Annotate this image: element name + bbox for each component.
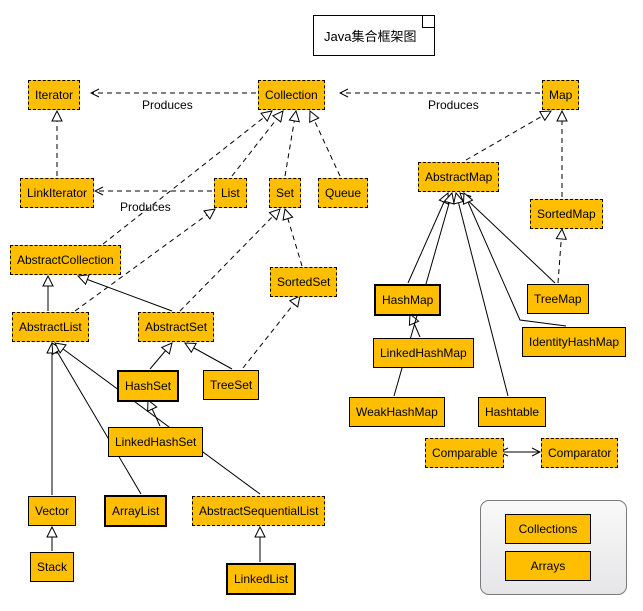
node-hashtable: Hashtable — [478, 397, 546, 427]
node-weakhashmap: WeakHashMap — [349, 397, 445, 427]
node-linkiterator: LinkIterator — [20, 178, 94, 208]
node-abstractset: AbstractSet — [138, 312, 214, 342]
node-abstractsequentiallist: AbstractSequentialList — [192, 496, 325, 526]
node-iterator: Iterator — [28, 80, 80, 110]
node-abstractcollection: AbstractCollection — [10, 245, 121, 275]
node-abstractmap: AbstractMap — [418, 162, 499, 192]
node-sortedset: SortedSet — [270, 267, 337, 297]
node-linkedhashmap: LinkedHashMap — [373, 338, 474, 368]
node-stack: Stack — [30, 552, 74, 582]
legend-arrays: Arrays — [505, 551, 591, 581]
node-vector: Vector — [28, 496, 76, 526]
label-produces-3: Produces — [120, 200, 171, 214]
node-linkedhashset: LinkedHashSet — [108, 427, 203, 457]
node-identityhashmap: IdentityHashMap — [522, 327, 626, 357]
legend-box: Collections Arrays — [480, 500, 627, 595]
node-list: List — [214, 178, 247, 208]
node-queue: Queue — [318, 178, 368, 208]
legend-collections: Collections — [505, 514, 591, 544]
node-abstractlist: AbstractList — [12, 312, 89, 342]
node-comparator: Comparator — [541, 438, 618, 468]
node-arraylist: ArrayList — [104, 495, 167, 527]
node-treemap: TreeMap — [527, 284, 589, 314]
node-treeset: TreeSet — [203, 370, 259, 400]
node-collection: Collection — [258, 80, 325, 110]
node-hashmap: HashMap — [374, 284, 441, 316]
diagram-title: Java集合框架图 — [313, 15, 435, 56]
label-produces-2: Produces — [428, 98, 479, 112]
node-sortedmap: SortedMap — [530, 199, 603, 229]
node-set: Set — [269, 178, 301, 208]
node-comparable: Comparable — [425, 438, 504, 468]
label-produces-1: Produces — [142, 98, 193, 112]
node-linkedlist: LinkedList — [226, 563, 296, 595]
node-map: Map — [542, 80, 579, 110]
node-hashset: HashSet — [117, 370, 179, 402]
